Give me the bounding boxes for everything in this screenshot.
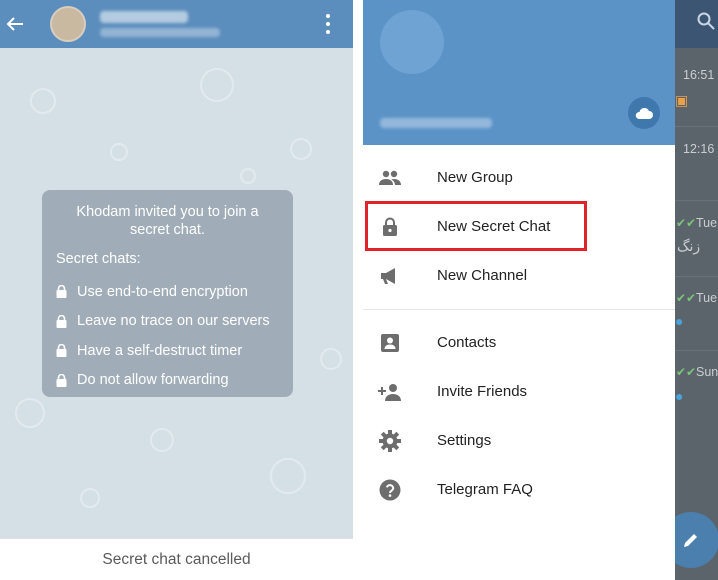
divider: [675, 350, 718, 351]
read-check-icon: ✔✔: [676, 216, 697, 230]
drawer-header: [363, 0, 675, 145]
lock-icon: [56, 344, 69, 358]
message-snippet: زنگ: [677, 238, 701, 254]
more-options-icon[interactable]: [319, 12, 337, 36]
saved-messages-button[interactable]: [628, 97, 660, 129]
lock-icon: [56, 285, 69, 299]
avatar[interactable]: [50, 6, 86, 42]
list-item: Do not allow forwarding: [56, 366, 279, 396]
divider: [363, 309, 675, 310]
divider: [675, 276, 718, 277]
feature-text: Use end-to-end encryption: [77, 283, 248, 300]
gear-icon: [377, 428, 403, 454]
blurred-contact-name: [100, 11, 188, 23]
megaphone-icon: [377, 263, 403, 289]
navigation-drawer: New Group New Secret Chat New Channel Co…: [363, 0, 675, 580]
group-icon: [377, 165, 403, 191]
secret-chat-info-card: Khodam invited you to join a secret chat…: [42, 190, 293, 397]
chat-time: Tue: [696, 291, 718, 305]
menu-item-new-group[interactable]: New Group: [363, 153, 675, 202]
status-text: Secret chat cancelled: [102, 550, 251, 568]
lock-icon: [56, 314, 69, 328]
list-item: Have a self-destruct timer: [56, 336, 279, 366]
blurred-contact-phone: [100, 28, 220, 37]
menu-label: Invite Friends: [437, 383, 528, 400]
feature-text: Have a self-destruct timer: [77, 342, 243, 359]
avatar[interactable]: [380, 10, 444, 74]
divider: [675, 200, 718, 201]
main-screen: 16:51 ▣ 12:16 ✔✔ Tue زنگ ✔✔ Tue ● ✔✔ Sun…: [363, 0, 718, 580]
secret-chats-heading: Secret chats:: [56, 251, 141, 267]
feature-text: Do not allow forwarding: [77, 372, 229, 389]
search-icon[interactable]: [697, 12, 715, 30]
chat-time: 12:16: [683, 142, 715, 156]
menu-item-settings[interactable]: Settings: [363, 416, 675, 465]
contact-card-icon: [377, 330, 403, 356]
list-item: Use end-to-end encryption: [56, 277, 279, 307]
menu-item-new-channel[interactable]: New Channel: [363, 251, 675, 300]
secret-chat-status-bar: Secret chat cancelled: [0, 538, 353, 580]
secret-features-list: Use end-to-end encryption Leave no trace…: [56, 277, 279, 395]
pencil-icon: [684, 534, 697, 547]
chat-time: 16:51: [683, 68, 715, 82]
add-person-icon: [377, 379, 403, 405]
globe-icon: ●: [675, 313, 684, 329]
menu-label: Telegram FAQ: [437, 481, 533, 498]
cloud-icon: [635, 107, 653, 119]
chat-screen: Khodam invited you to join a secret chat…: [0, 0, 353, 580]
menu-item-telegram-faq[interactable]: Telegram FAQ: [363, 465, 675, 514]
globe-icon: ●: [675, 388, 684, 404]
menu-label: Settings: [437, 432, 492, 449]
list-item: Leave no trace on our servers: [56, 307, 279, 337]
chat-time: Sun: [696, 365, 718, 379]
highlight-box: [365, 201, 587, 251]
gift-icon: ▣: [675, 92, 689, 108]
invite-text: Khodam invited you to join a secret chat…: [76, 204, 259, 238]
lock-icon: [56, 373, 69, 387]
menu-item-contacts[interactable]: Contacts: [363, 318, 675, 367]
chat-app-bar: [0, 0, 353, 48]
help-icon: [377, 477, 403, 503]
menu-label: New Group: [437, 169, 513, 186]
chat-list-background: [675, 0, 718, 580]
feature-text: Leave no trace on our servers: [77, 313, 270, 330]
chat-title[interactable]: [100, 11, 220, 37]
menu-item-invite-friends[interactable]: Invite Friends: [363, 367, 675, 416]
blurred-phone-number: [380, 118, 492, 128]
menu-label: New Channel: [437, 267, 528, 284]
divider: [675, 126, 718, 127]
chat-time: Tue: [696, 216, 718, 230]
menu-label: Contacts: [437, 334, 497, 351]
read-check-icon: ✔✔: [676, 365, 697, 379]
back-arrow-icon[interactable]: [0, 0, 30, 48]
read-check-icon: ✔✔: [676, 291, 697, 305]
chat-list-app-bar: [675, 0, 718, 48]
